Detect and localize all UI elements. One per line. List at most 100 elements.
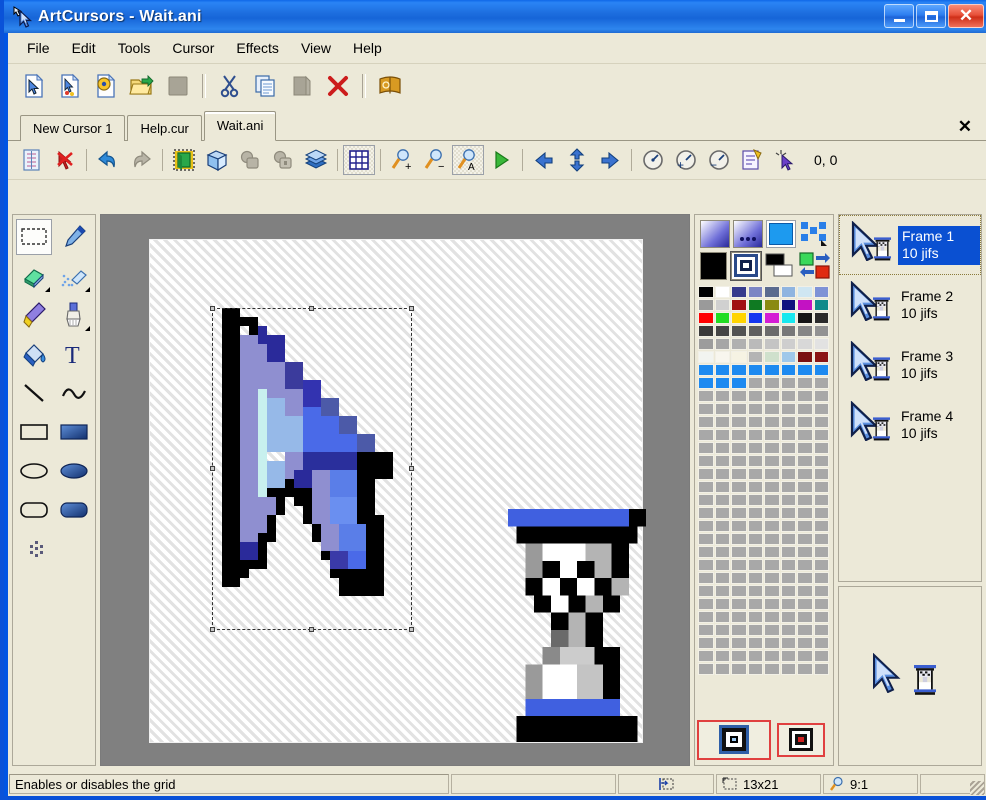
selection-handle[interactable]	[409, 306, 414, 311]
palette-empty-cell[interactable]	[813, 455, 829, 467]
menu-help[interactable]: Help	[342, 36, 393, 60]
palette-empty-cell[interactable]	[813, 572, 829, 584]
palette-empty-cell[interactable]	[747, 390, 763, 402]
auto-zoom-button[interactable]: A	[452, 145, 484, 175]
palette-empty-cell[interactable]	[797, 520, 813, 532]
pattern-fill-swatch[interactable]	[730, 251, 762, 281]
palette-empty-cell[interactable]	[731, 429, 747, 441]
palette-empty-cell[interactable]	[813, 403, 829, 415]
palette-empty-cell[interactable]	[797, 416, 813, 428]
palette-empty-cell[interactable]	[764, 481, 780, 493]
palette-empty-cell[interactable]	[797, 559, 813, 571]
tool-dither[interactable]	[19, 531, 55, 567]
help-button[interactable]	[374, 70, 406, 102]
palette-empty-cell[interactable]	[747, 572, 763, 584]
cut-button[interactable]	[214, 70, 246, 102]
palette-color-cell[interactable]	[714, 312, 730, 324]
palette-color-cell[interactable]	[780, 338, 796, 350]
palette-color-cell[interactable]	[747, 351, 763, 363]
palette-empty-cell[interactable]	[747, 585, 763, 597]
palette-color-cell[interactable]	[698, 364, 714, 376]
palette-empty-cell[interactable]	[731, 520, 747, 532]
palette-empty-cell[interactable]	[764, 546, 780, 558]
selection-handle[interactable]	[210, 627, 215, 632]
palette-empty-cell[interactable]	[747, 429, 763, 441]
palette-empty-cell[interactable]	[764, 520, 780, 532]
palette-empty-cell[interactable]	[764, 663, 780, 675]
drawing-canvas[interactable]	[149, 239, 646, 743]
palette-empty-cell[interactable]	[813, 650, 829, 662]
palette-empty-cell[interactable]	[747, 403, 763, 415]
palette-empty-cell[interactable]	[731, 585, 747, 597]
foreground-color-button[interactable]	[697, 720, 771, 760]
frames-panel[interactable]: Frame 1 10 jifs Frame 2 10 jifs Frame 3 10 ji…	[838, 214, 982, 582]
palette-color-cell[interactable]	[780, 312, 796, 324]
palette-empty-cell[interactable]	[764, 598, 780, 610]
palette-empty-cell[interactable]	[764, 416, 780, 428]
tool-rounded-rect-filled[interactable]	[56, 492, 92, 528]
palette-empty-cell[interactable]	[780, 520, 796, 532]
palette-color-cell[interactable]	[764, 377, 780, 389]
palette-empty-cell[interactable]	[714, 429, 730, 441]
palette-empty-cell[interactable]	[764, 442, 780, 454]
properties-button[interactable]	[736, 145, 768, 175]
palette-empty-cell[interactable]	[714, 637, 730, 649]
palette-color-cell[interactable]	[780, 325, 796, 337]
canvas-panel[interactable]	[100, 214, 690, 766]
palette-empty-cell[interactable]	[747, 546, 763, 558]
selection-marquee[interactable]	[210, 306, 414, 632]
frame-list-item[interactable]: Frame 4 10 jifs	[839, 395, 981, 455]
resize-grip[interactable]	[970, 781, 984, 795]
palette-empty-cell[interactable]	[764, 637, 780, 649]
palette-empty-cell[interactable]	[731, 637, 747, 649]
palette-empty-cell[interactable]	[731, 403, 747, 415]
palette-empty-cell[interactable]	[780, 481, 796, 493]
palette-empty-cell[interactable]	[747, 611, 763, 623]
palette-empty-cell[interactable]	[714, 416, 730, 428]
palette-empty-cell[interactable]	[764, 403, 780, 415]
color-palette-grid[interactable]	[698, 286, 830, 675]
palette-empty-cell[interactable]	[764, 624, 780, 636]
menu-tools[interactable]: Tools	[107, 36, 162, 60]
palette-empty-cell[interactable]	[698, 455, 714, 467]
tool-spray-eraser[interactable]	[56, 258, 92, 294]
palette-empty-cell[interactable]	[813, 637, 829, 649]
palette-empty-cell[interactable]	[764, 572, 780, 584]
palette-empty-cell[interactable]	[698, 585, 714, 597]
palette-empty-cell[interactable]	[813, 624, 829, 636]
palette-empty-cell[interactable]	[780, 663, 796, 675]
palette-empty-cell[interactable]	[797, 507, 813, 519]
palette-color-cell[interactable]	[698, 286, 714, 298]
tab-wait-ani[interactable]: Wait.ani	[203, 111, 277, 141]
palette-empty-cell[interactable]	[780, 650, 796, 662]
close-tab-button[interactable]: ✕	[958, 118, 972, 135]
palette-empty-cell[interactable]	[698, 598, 714, 610]
palette-empty-cell[interactable]	[731, 624, 747, 636]
palette-empty-cell[interactable]	[780, 442, 796, 454]
palette-color-cell[interactable]	[747, 312, 763, 324]
palette-empty-cell[interactable]	[714, 572, 730, 584]
palette-color-cell[interactable]	[813, 338, 829, 350]
tool-rectangle-filled[interactable]	[56, 414, 92, 450]
palette-empty-cell[interactable]	[747, 494, 763, 506]
palette-empty-cell[interactable]	[813, 520, 829, 532]
palette-color-cell[interactable]	[698, 377, 714, 389]
palette-empty-cell[interactable]	[714, 468, 730, 480]
tool-ellipse-filled[interactable]	[56, 453, 92, 489]
palette-empty-cell[interactable]	[764, 429, 780, 441]
palette-color-cell[interactable]	[813, 377, 829, 389]
palette-empty-cell[interactable]	[714, 585, 730, 597]
palette-empty-cell[interactable]	[747, 650, 763, 662]
palette-color-cell[interactable]	[731, 338, 747, 350]
palette-empty-cell[interactable]	[747, 520, 763, 532]
palette-color-cell[interactable]	[698, 351, 714, 363]
palette-empty-cell[interactable]	[731, 442, 747, 454]
palette-empty-cell[interactable]	[780, 455, 796, 467]
palette-color-cell[interactable]	[731, 286, 747, 298]
palette-empty-cell[interactable]	[797, 455, 813, 467]
palette-color-cell[interactable]	[797, 377, 813, 389]
palette-empty-cell[interactable]	[797, 663, 813, 675]
palette-empty-cell[interactable]	[698, 533, 714, 545]
palette-empty-cell[interactable]	[813, 663, 829, 675]
palette-color-cell[interactable]	[797, 325, 813, 337]
